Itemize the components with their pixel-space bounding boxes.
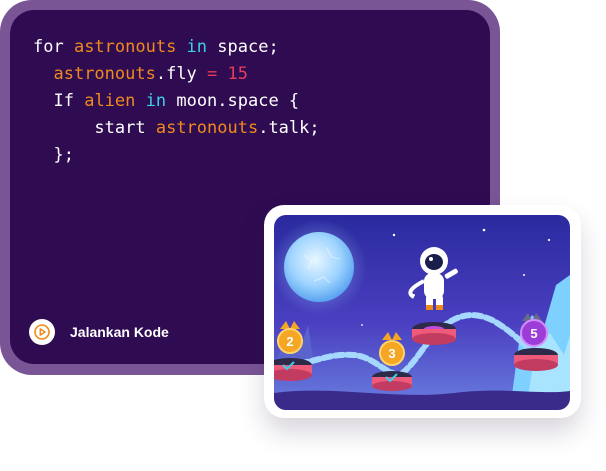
code-token: in [176, 37, 218, 57]
platform-5 [514, 348, 558, 371]
code-token: = [207, 64, 218, 84]
game-preview-card: 2 3 5 [264, 205, 581, 418]
code-line: }; [33, 142, 320, 169]
code-token: astronouts [53, 64, 156, 84]
code-token: .fly [155, 64, 208, 84]
code-token: .talk; [258, 118, 320, 138]
run-code-button[interactable]: Jalankan Kode [29, 318, 169, 346]
code-line: astronouts.fly = 15 [33, 61, 320, 88]
code-token: }; [53, 145, 74, 165]
code-token: start [94, 118, 156, 138]
code-token: If [53, 91, 85, 111]
platform-4 [412, 322, 456, 345]
code-line: for astronouts in space; [33, 34, 320, 61]
code-token: 15 [217, 64, 248, 84]
platform-3 [372, 371, 412, 391]
level-number-2: 2 [286, 334, 293, 349]
code-token: moon.space { [176, 91, 300, 111]
game-preview-screen[interactable]: 2 3 5 [274, 215, 570, 410]
code-token: space; [217, 37, 279, 57]
code-token: in [135, 91, 177, 111]
code-token: for [33, 37, 74, 57]
code-block: for astronouts in space; astronouts.fly … [33, 34, 320, 169]
code-token: astronouts [155, 118, 259, 138]
code-token: alien [84, 91, 136, 111]
moon [284, 232, 354, 302]
platform-1 [274, 358, 312, 381]
code-line: If alien in moon.space { [33, 88, 320, 115]
level-number-5: 5 [530, 326, 537, 341]
code-line: start astronouts.talk; [33, 115, 320, 142]
code-token: astronouts [73, 37, 177, 57]
level-number-3: 3 [388, 346, 395, 361]
play-icon [29, 319, 55, 345]
run-code-label: Jalankan Kode [70, 324, 169, 340]
